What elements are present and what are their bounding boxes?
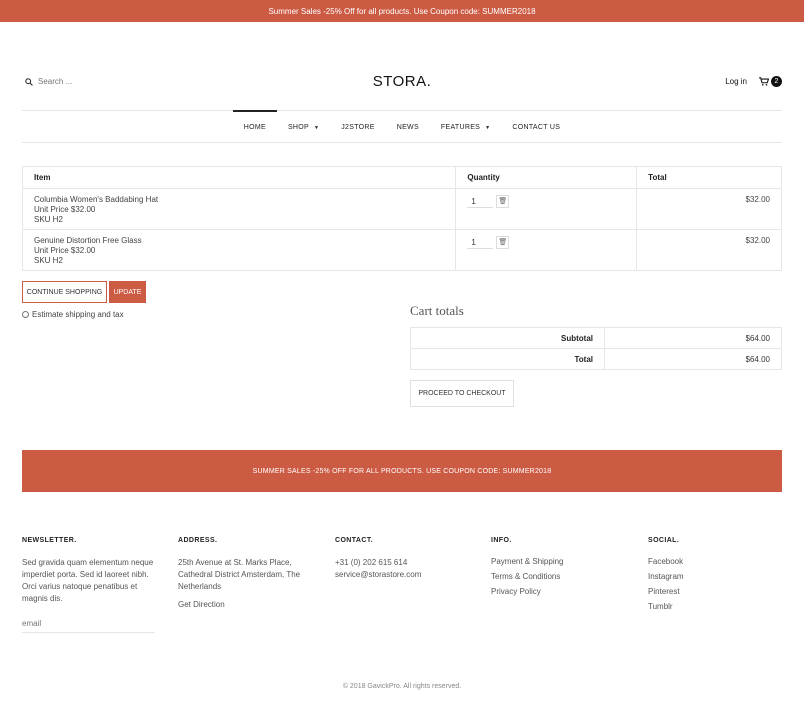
main-nav: HOME SHOP ▼ J2STORE NEWS FEATURES ▼ CONTAC… <box>22 110 782 143</box>
announcement-text: Summer Sales -25% Off for all products. … <box>268 6 536 16</box>
subtotal-value: $64.00 <box>604 327 782 349</box>
nav-item-home[interactable]: HOME <box>232 110 278 144</box>
product-name[interactable]: Columbia Women's Baddabing Hat <box>34 195 444 205</box>
cart-totals-table: Subtotal $64.00 Total $64.00 <box>410 327 782 370</box>
login-link[interactable]: Log in <box>725 77 747 86</box>
estimate-shipping-radio[interactable] <box>22 311 29 318</box>
caret-down-icon: ▼ <box>485 124 491 131</box>
top-announcement-bar: Summer Sales -25% Off for all products. … <box>0 0 804 22</box>
site-logo-wrap: STORA. <box>0 73 804 90</box>
update-cart-button[interactable]: UPDATE <box>109 281 146 303</box>
item-cell: Columbia Women's Baddabing Hat Unit Pric… <box>21 188 457 230</box>
cart-table-header: Item Quantity Total <box>21 166 782 189</box>
column-header-item: Item <box>21 166 457 189</box>
product-name[interactable]: Genuine Distortion Free Glass <box>34 236 444 246</box>
footer-link-privacy[interactable]: Privacy Policy <box>491 587 631 596</box>
cart-button[interactable]: 2 <box>759 76 782 87</box>
footer-link-facebook[interactable]: Facebook <box>648 557 788 566</box>
line-total: $32.00 <box>636 188 782 230</box>
nav-item-contact-us[interactable]: CONTACT US <box>501 111 571 144</box>
estimate-shipping-toggle[interactable]: Estimate shipping and tax <box>22 310 124 319</box>
nav-item-j2store[interactable]: J2STORE <box>330 111 385 144</box>
column-header-quantity: Quantity <box>455 166 638 189</box>
newsletter-text: Sed gravida quam elementum neque imperdi… <box>22 558 154 603</box>
footer-address: ADDRESS. 25th Avenue at St. Marks Place,… <box>178 537 308 615</box>
nav-item-shop[interactable]: SHOP ▼ <box>277 111 330 144</box>
footer-heading: CONTACT. <box>335 537 374 544</box>
trash-icon[interactable]: 🗑 <box>496 236 510 249</box>
header-actions: Log in 2 <box>725 76 782 87</box>
cart-totals-title: Cart totals <box>410 303 464 318</box>
nav-item-label: NEWS <box>396 124 419 131</box>
unit-price: Unit Price $32.00 <box>34 246 96 255</box>
footer-newsletter: NEWSLETTER. Sed gravida quam elementum n… <box>22 537 162 633</box>
quantity-control: 🗑 <box>467 236 625 249</box>
quantity-input[interactable] <box>467 236 494 249</box>
cart-icon <box>759 77 769 86</box>
total-label: Total <box>410 348 605 370</box>
footer-contact: CONTACT. +31 (0) 202 615 614 service@sto… <box>335 537 475 581</box>
nav-item-features[interactable]: FEATURES ▼ <box>430 111 501 144</box>
nav-item-label: HOME <box>243 124 266 131</box>
footer-link-payment-shipping[interactable]: Payment & Shipping <box>491 557 631 566</box>
cart-count-badge: 2 <box>771 76 782 87</box>
line-total: $32.00 <box>636 229 782 271</box>
caret-down-icon: ▼ <box>313 124 320 131</box>
get-direction-link[interactable]: Get Direction <box>178 600 308 609</box>
copyright: © 2018 GavickPro. All rights reserved. <box>342 683 462 690</box>
nav-item-label: J2STORE <box>341 124 375 131</box>
footer-link-instagram[interactable]: Instagram <box>648 572 788 581</box>
item-cell: Genuine Distortion Free Glass Unit Price… <box>21 229 457 271</box>
trash-icon[interactable]: 🗑 <box>496 195 510 208</box>
continue-shopping-button[interactable]: CONTINUE SHOPPING <box>22 281 107 303</box>
estimate-shipping-label: Estimate shipping and tax <box>32 310 124 319</box>
quantity-control: 🗑 <box>467 195 625 208</box>
address-text: 25th Avenue at St. Marks Place, Cathedra… <box>178 558 301 591</box>
sku: SKU H2 <box>34 215 63 224</box>
footer-link-tumblr[interactable]: Tumblr <box>648 602 788 611</box>
footer-heading: NEWSLETTER. <box>22 537 77 544</box>
nav-item-label: CONTACT US <box>512 124 561 131</box>
sku: SKU H2 <box>34 256 63 265</box>
footer-heading: ADDRESS. <box>178 537 218 544</box>
nav-item-news[interactable]: NEWS <box>386 111 430 144</box>
subtotal-label: Subtotal <box>410 327 605 349</box>
promo-banner: SUMMER SALES -25% OFF FOR ALL PRODUCTS. … <box>22 450 782 492</box>
quantity-cell: 🗑 <box>455 229 638 271</box>
proceed-to-checkout-button[interactable]: PROCEED TO CHECKOUT <box>410 380 514 407</box>
footer-heading: SOCIAL. <box>648 537 680 544</box>
table-row: Total $64.00 <box>410 348 782 370</box>
cart-table: Item Quantity Total Columbia Women's Bad… <box>21 166 782 271</box>
total-value: $64.00 <box>604 348 782 370</box>
site-logo[interactable]: STORA. <box>373 73 432 90</box>
newsletter-email-input[interactable] <box>22 619 155 633</box>
footer-heading: INFO. <box>491 537 512 544</box>
footer-info: INFO. Payment & Shipping Terms & Conditi… <box>491 537 631 602</box>
contact-phone: +31 (0) 202 615 614 <box>335 558 408 567</box>
table-row: Genuine Distortion Free Glass Unit Price… <box>21 229 782 271</box>
footer-link-terms[interactable]: Terms & Conditions <box>491 572 631 581</box>
column-header-total: Total <box>636 166 782 189</box>
quantity-cell: 🗑 <box>455 188 638 230</box>
footer-link-pinterest[interactable]: Pinterest <box>648 587 788 596</box>
nav-item-label: SHOP <box>287 124 309 131</box>
footer-social: SOCIAL. Facebook Instagram Pinterest Tum… <box>648 537 788 617</box>
table-row: Subtotal $64.00 <box>410 327 782 349</box>
contact-email[interactable]: service@storastore.com <box>335 569 475 581</box>
unit-price: Unit Price $32.00 <box>34 205 96 214</box>
quantity-input[interactable] <box>467 195 494 208</box>
table-row: Columbia Women's Baddabing Hat Unit Pric… <box>21 188 782 230</box>
nav-item-label: FEATURES <box>440 124 481 131</box>
promo-text: SUMMER SALES -25% OFF FOR ALL PRODUCTS. … <box>252 467 552 475</box>
